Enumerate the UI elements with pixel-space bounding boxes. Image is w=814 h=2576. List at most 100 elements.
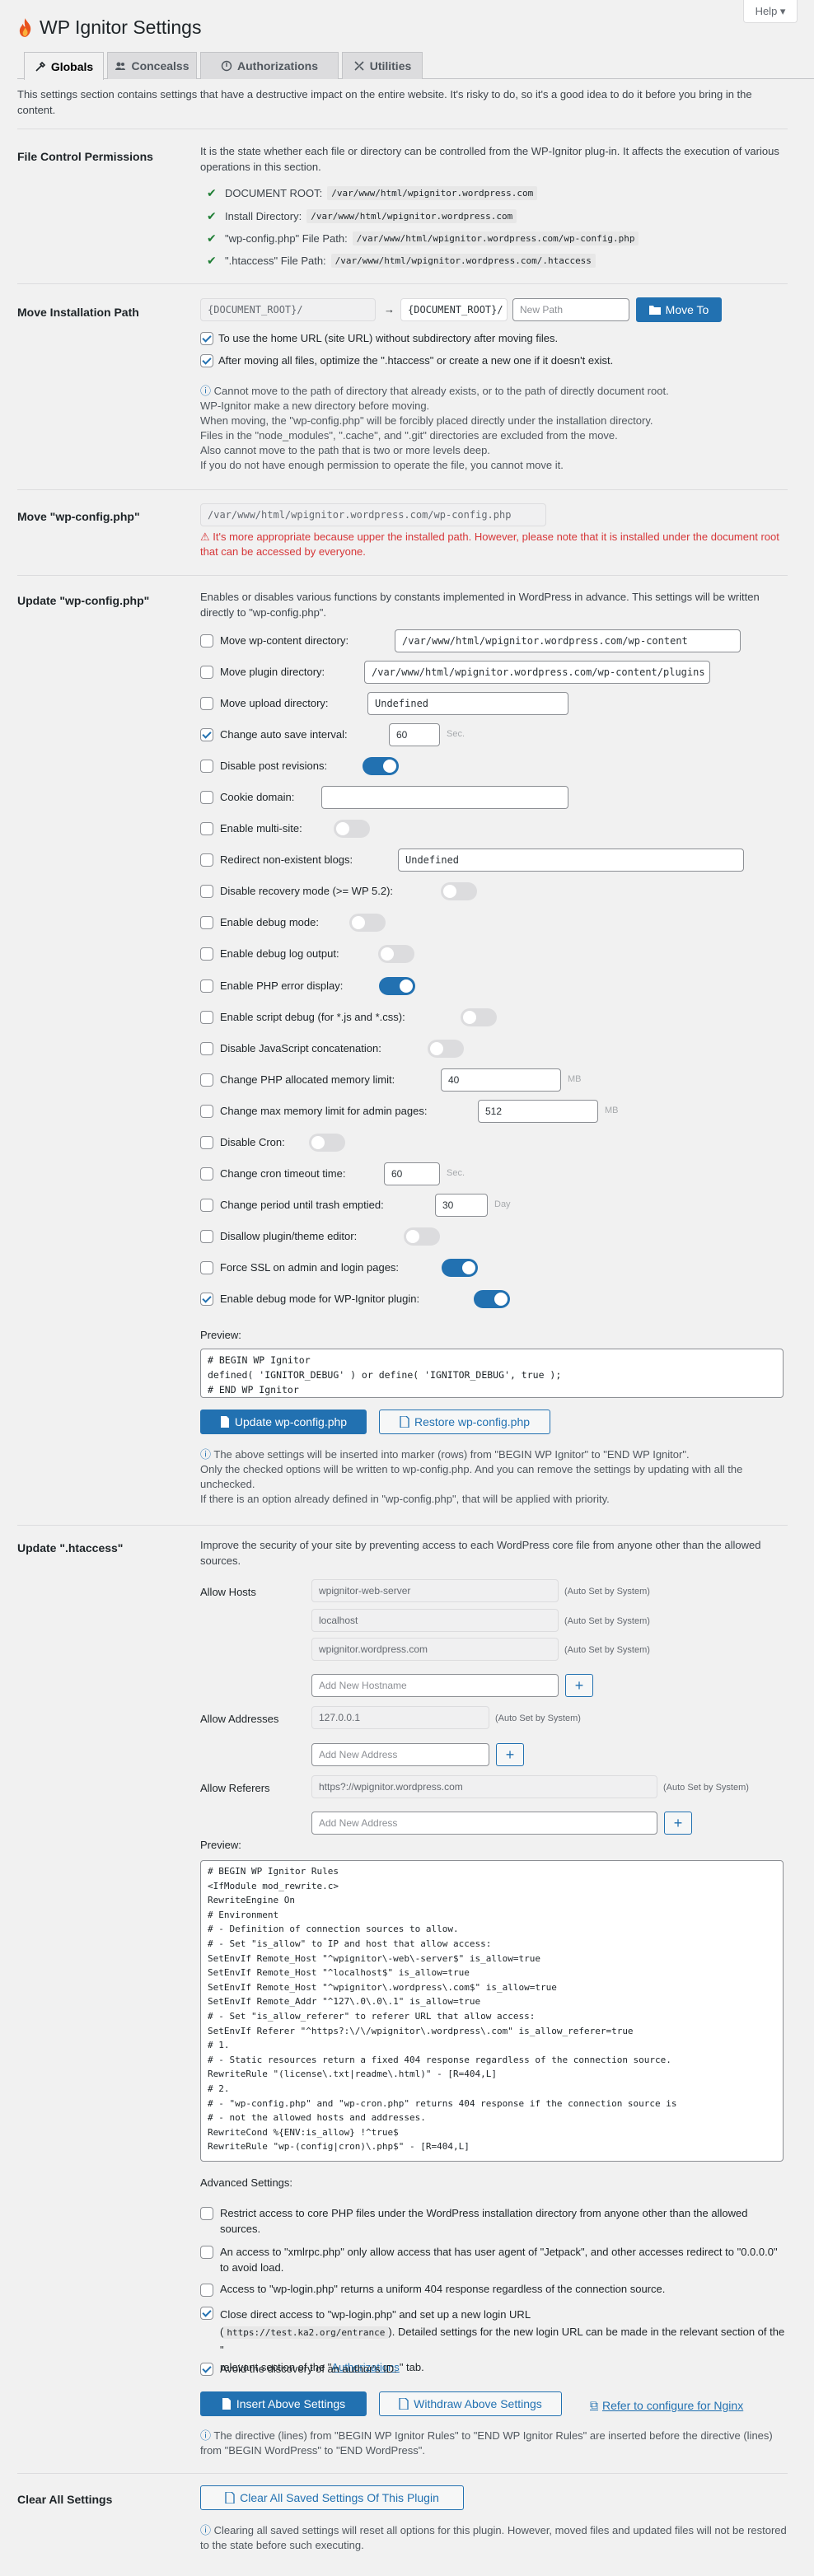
wpconfig-option-input[interactable]: Undefined: [398, 849, 744, 872]
wpconfig-option-checkbox[interactable]: [200, 1042, 213, 1055]
wpconfig-option-input[interactable]: 40: [441, 1068, 561, 1092]
wpconfig-option-toggle[interactable]: [379, 977, 415, 995]
use-home-url-checkbox[interactable]: [200, 332, 213, 345]
wpconfig-option-checkbox[interactable]: [200, 1230, 213, 1243]
add-address-input[interactable]: Add New Address: [311, 1743, 489, 1766]
wpconfig-option-toggle[interactable]: [441, 882, 477, 900]
button-label: Insert Above Settings: [236, 2397, 346, 2410]
wpconfig-option-toggle[interactable]: [309, 1134, 345, 1152]
wpconfig-option-input[interactable]: 30: [435, 1194, 488, 1217]
wpconfig-option-input[interactable]: [321, 786, 568, 809]
tab-utilities[interactable]: Utilities: [342, 52, 423, 79]
wpconfig-option-checkbox[interactable]: [200, 791, 213, 804]
add-hostname-button[interactable]: +: [565, 1674, 593, 1697]
help-tab[interactable]: Help ▾: [743, 0, 798, 23]
wpconfig-option-label: Move wp-content directory:: [220, 634, 349, 647]
wpconfig-option-checkbox[interactable]: [200, 947, 213, 961]
wplogin-404-checkbox[interactable]: [200, 2284, 213, 2297]
wpconfig-option-checkbox[interactable]: [200, 885, 213, 898]
wpconfig-option-checkbox[interactable]: [200, 853, 213, 867]
nginx-link[interactable]: ⧉ Refer to configure for Nginx: [590, 2398, 743, 2412]
close-wplogin-text: Close direct access to "wp-login.php" an…: [220, 2308, 531, 2321]
wpconfig-option-input[interactable]: 60: [384, 1162, 440, 1185]
wpconfig-option-checkbox[interactable]: [200, 728, 213, 741]
page-header: WP Ignitor Settings: [17, 16, 201, 39]
restore-wpconfig-button[interactable]: Restore wp-config.php: [379, 1410, 550, 1434]
add-referer-input[interactable]: Add New Address: [311, 1812, 657, 1835]
xmlrpc-checkbox[interactable]: [200, 2246, 213, 2259]
wpconfig-option-input[interactable]: 60: [389, 723, 440, 746]
unit-label: Sec.: [447, 729, 465, 739]
wpconfig-option-toggle[interactable]: [363, 757, 399, 775]
wpconfig-warning: ⚠ It's more appropriate because upper th…: [200, 530, 787, 559]
move-wpconfig-label: Move "wp-config.php": [17, 510, 140, 523]
wpconfig-option-toggle[interactable]: [461, 1008, 497, 1026]
htaccess-note: ⓘ The directive (lines) from "BEGIN WP I…: [200, 2429, 787, 2458]
note-line: WP-Ignitor make a new directory before m…: [200, 400, 430, 412]
move-to-button[interactable]: Move To: [636, 297, 722, 322]
note-line: Cannot move to the path of directory tha…: [213, 385, 669, 397]
wpconfig-option-checkbox[interactable]: [200, 666, 213, 679]
page-title: WP Ignitor Settings: [40, 16, 202, 38]
update-wpconfig-button[interactable]: Update wp-config.php: [200, 1410, 367, 1434]
wpconfig-option-label: Change auto save interval:: [220, 728, 348, 741]
wpconfig-option-toggle[interactable]: [378, 945, 414, 963]
wpconfig-option-checkbox[interactable]: [200, 1073, 213, 1087]
add-referer-button[interactable]: +: [664, 1812, 692, 1835]
wpconfig-option-toggle[interactable]: [404, 1227, 440, 1246]
wpconfig-option-checkbox[interactable]: [200, 697, 213, 710]
wpconfig-option-toggle[interactable]: [474, 1290, 510, 1308]
add-address-button[interactable]: +: [496, 1743, 524, 1766]
wpconfig-option-checkbox[interactable]: [200, 916, 213, 929]
wpconfig-option-checkbox[interactable]: [200, 634, 213, 648]
fcp-row-path: /var/www/html/wpignitor.wordpress.com: [327, 185, 538, 200]
wpconfig-option-checkbox[interactable]: [200, 822, 213, 835]
htaccess-preview[interactable]: # BEGIN WP Ignitor Rules <IfModule mod_r…: [200, 1860, 784, 2162]
wpconfig-option-toggle[interactable]: [428, 1040, 464, 1058]
fcp-row: ✔ DOCUMENT ROOT: /var/www/html/wpignitor.w…: [207, 185, 538, 201]
update-wpconfig-label: Update "wp-config.php": [17, 594, 150, 607]
close-wplogin-checkbox[interactable]: [200, 2307, 213, 2320]
login-url: https://test.ka2.org/entrance: [223, 2326, 389, 2339]
avoid-author-id-label: Avoid the discovery of an author's ID.: [220, 2363, 397, 2375]
add-hostname-input[interactable]: Add New Hostname: [311, 1674, 559, 1697]
button-label: Clear All Saved Settings Of This Plugin: [240, 2491, 439, 2504]
wpconfig-option-checkbox[interactable]: [200, 1105, 213, 1118]
help-label: Help ▾: [755, 4, 786, 17]
wpconfig-option-checkbox[interactable]: [200, 1011, 213, 1024]
advanced-settings-label: Advanced Settings:: [200, 2176, 293, 2189]
wpconfig-option-checkbox[interactable]: [200, 1136, 213, 1149]
wpconfig-preview[interactable]: # BEGIN WP Ignitor defined( 'IGNITOR_DEB…: [200, 1349, 784, 1398]
wpconfig-option-checkbox[interactable]: [200, 1261, 213, 1274]
wpconfig-option-checkbox[interactable]: [200, 1293, 213, 1306]
wpconfig-option-checkbox[interactable]: [200, 1167, 213, 1180]
info-icon: ⓘ: [200, 2429, 214, 2442]
wpconfig-option-toggle[interactable]: [334, 820, 370, 838]
wpconfig-option-checkbox[interactable]: [200, 1199, 213, 1212]
new-path-input[interactable]: New Path: [512, 298, 629, 321]
wpconfig-option-input[interactable]: 512: [478, 1100, 598, 1123]
tab-label: Authorizations: [237, 59, 318, 72]
wpconfig-option-input[interactable]: /var/www/html/wpignitor.wordpress.com/wp…: [364, 661, 710, 684]
fcp-row-label: Install Directory:: [225, 209, 302, 222]
wpconfig-option-toggle[interactable]: [442, 1259, 478, 1277]
tab-concealss[interactable]: Concealss: [107, 52, 197, 79]
wpconfig-option-input[interactable]: Undefined: [367, 692, 568, 715]
restrict-core-php-checkbox[interactable]: [200, 2207, 213, 2220]
tab-authorizations[interactable]: Authorizations: [200, 52, 339, 79]
note-line: When moving, the "wp-config.php" will be…: [200, 414, 653, 427]
shield-icon: [221, 60, 232, 72]
wpconfig-option-input[interactable]: /var/www/html/wpignitor.wordpress.com/wp…: [395, 629, 741, 652]
wpconfig-option-label: Enable debug log output:: [220, 947, 339, 960]
wpconfig-option-checkbox[interactable]: [200, 760, 213, 773]
wpconfig-option-toggle[interactable]: [349, 914, 386, 932]
clear-all-button[interactable]: Clear All Saved Settings Of This Plugin: [200, 2485, 464, 2510]
avoid-author-id-checkbox[interactable]: [200, 2363, 213, 2376]
wpconfig-option-checkbox[interactable]: [200, 979, 213, 993]
plus-icon: +: [673, 1814, 683, 1831]
optimize-htaccess-checkbox[interactable]: [200, 354, 213, 367]
tab-globals[interactable]: Globals: [24, 52, 104, 80]
note-text: The directive (lines) from "BEGIN WP Ign…: [200, 2429, 773, 2457]
withdraw-settings-button[interactable]: Withdraw Above Settings: [379, 2391, 562, 2416]
insert-settings-button[interactable]: Insert Above Settings: [200, 2391, 367, 2416]
